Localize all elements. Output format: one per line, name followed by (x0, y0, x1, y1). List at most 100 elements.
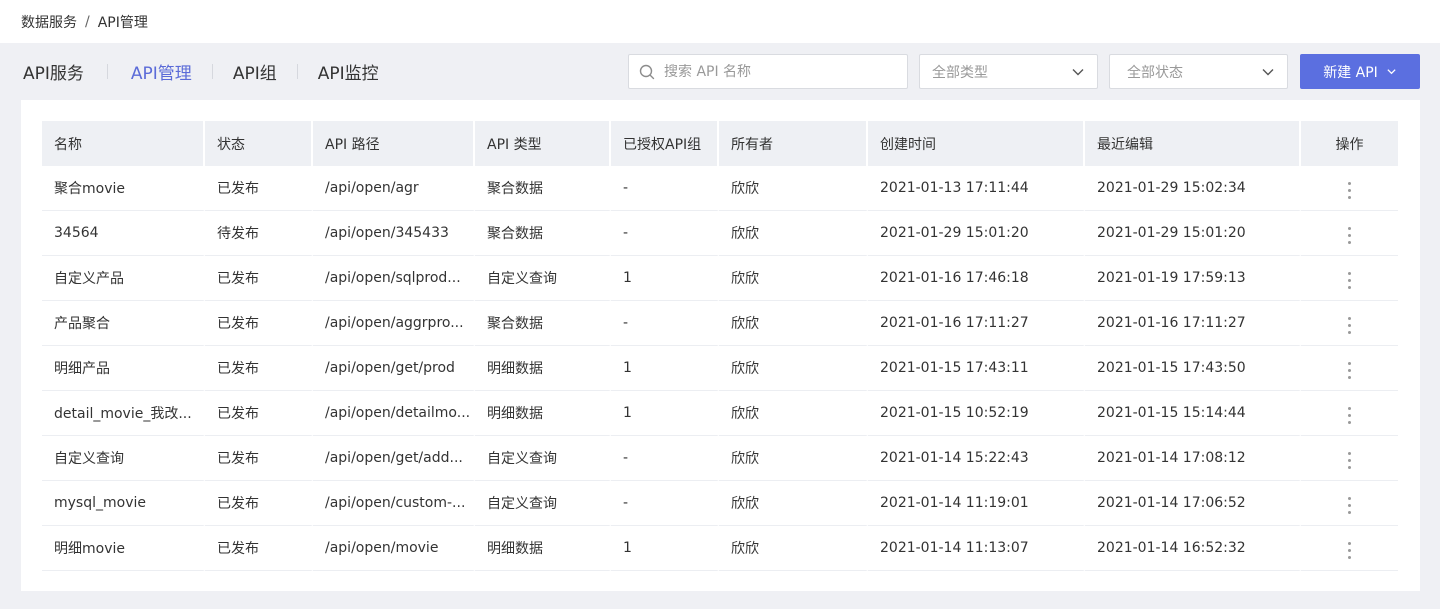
cell-type: 明细数据 (475, 526, 611, 571)
cell-owner: 欣欣 (719, 301, 868, 346)
cell-status: 已发布 (205, 481, 313, 526)
cell-edited: 2021-01-16 17:11:27 (1085, 301, 1301, 346)
cell-edited: 2021-01-14 17:06:52 (1085, 481, 1301, 526)
search-input[interactable] (664, 63, 894, 80)
cell-edited: 2021-01-29 15:02:34 (1085, 166, 1301, 211)
more-actions-icon[interactable] (1340, 314, 1360, 338)
table-row[interactable]: mysql_movie 已发布/api/open/custom-... 自定义查询 -… (42, 481, 1398, 526)
tab-bar: API服务 API管理 API组 API监控 (0, 43, 379, 100)
cell-auth-group: - (611, 166, 719, 211)
tab-api-monitor[interactable]: API监控 (318, 59, 379, 84)
table-row[interactable]: 产品聚合 已发布/api/open/aggrpro... 聚合数据 - 欣欣 2021-0… (42, 301, 1398, 346)
cell-name[interactable]: 产品聚合 (42, 301, 205, 346)
tab-api-group[interactable]: API组 (233, 59, 277, 84)
cell-status: 已发布 (205, 166, 313, 211)
column-header-name: 名称 (42, 121, 205, 166)
cell-name[interactable]: 自定义产品 (42, 256, 205, 301)
more-actions-icon[interactable] (1340, 494, 1360, 518)
table-row[interactable]: 聚合movie 已发布/api/open/agr 聚合数据 - 欣欣 2021-01-13… (42, 166, 1398, 211)
cell-edited: 2021-01-19 17:59:13 (1085, 256, 1301, 301)
more-actions-icon[interactable] (1340, 179, 1360, 203)
cell-actions (1301, 481, 1398, 526)
cell-name[interactable]: 聚合movie (42, 166, 205, 211)
more-actions-icon[interactable] (1340, 449, 1360, 473)
cell-created: 2021-01-16 17:46:18 (868, 256, 1085, 301)
cell-path: /api/open/345433 (313, 211, 475, 256)
cell-created: 2021-01-29 15:01:20 (868, 211, 1085, 256)
cell-type: 明细数据 (475, 346, 611, 391)
table-row[interactable]: 明细movie 已发布/api/open/movie 明细数据 1 欣欣 2021-01-… (42, 526, 1398, 571)
cell-actions (1301, 346, 1398, 391)
cell-created: 2021-01-15 10:52:19 (868, 391, 1085, 436)
new-api-button[interactable]: 新建 API (1300, 54, 1420, 89)
cell-name[interactable]: 明细movie (42, 526, 205, 571)
cell-status: 已发布 (205, 526, 313, 571)
cell-type: 明细数据 (475, 391, 611, 436)
cell-path: /api/open/sqlprod... (313, 256, 475, 301)
table-row[interactable]: 自定义产品 已发布/api/open/sqlprod... 自定义查询 1 欣欣 2021… (42, 256, 1398, 301)
cell-path: /api/open/aggrpro... (313, 301, 475, 346)
new-api-label: 新建 API (1323, 64, 1378, 81)
cell-edited: 2021-01-14 17:08:12 (1085, 436, 1301, 481)
more-actions-icon[interactable] (1340, 269, 1360, 293)
tab-api-management[interactable]: API管理 (131, 59, 192, 84)
cell-edited: 2021-01-29 15:01:20 (1085, 211, 1301, 256)
cell-type: 自定义查询 (475, 256, 611, 301)
cell-owner: 欣欣 (719, 346, 868, 391)
chevron-down-icon (1261, 65, 1275, 79)
cell-name[interactable]: detail_movie_我改... (42, 391, 205, 436)
more-actions-icon[interactable] (1340, 359, 1360, 383)
table-row[interactable]: detail_movie_我改... 已发布/api/open/detailmo.… (42, 391, 1398, 436)
more-actions-icon[interactable] (1340, 224, 1360, 248)
cell-type: 聚合数据 (475, 301, 611, 346)
cell-created: 2021-01-15 17:43:11 (868, 346, 1085, 391)
cell-actions (1301, 256, 1398, 301)
type-filter-value: 全部类型 (932, 64, 988, 81)
column-header-status: 状态 (205, 121, 313, 166)
cell-owner: 欣欣 (719, 211, 868, 256)
type-filter-select[interactable]: 全部类型 (919, 54, 1098, 89)
cell-actions (1301, 391, 1398, 436)
cell-owner: 欣欣 (719, 391, 868, 436)
tab-divider (211, 64, 213, 79)
tab-divider (296, 64, 298, 79)
cell-path: /api/open/custom-... (313, 481, 475, 526)
table-row[interactable]: 34564 待发布/api/open/345433 聚合数据 - 欣欣 2021-01-2… (42, 211, 1398, 256)
cell-owner: 欣欣 (719, 481, 868, 526)
tab-api-service[interactable]: API服务 (23, 59, 84, 84)
cell-status: 已发布 (205, 301, 313, 346)
chevron-down-icon (1071, 65, 1085, 79)
cell-auth-group: - (611, 301, 719, 346)
cell-actions (1301, 301, 1398, 346)
column-header-owner: 所有者 (719, 121, 868, 166)
cell-owner: 欣欣 (719, 166, 868, 211)
toolbar: API服务 API管理 API组 API监控 全部类型 全部状态 新建 API (0, 43, 1440, 100)
cell-auth-group: 1 (611, 256, 719, 301)
cell-auth-group: - (611, 436, 719, 481)
search-icon (639, 64, 655, 80)
cell-actions (1301, 211, 1398, 256)
cell-auth-group: 1 (611, 526, 719, 571)
table-row[interactable]: 明细产品 已发布/api/open/get/prod 明细数据 1 欣欣 2021-01-… (42, 346, 1398, 391)
cell-name[interactable]: 34564 (42, 211, 205, 256)
cell-path: /api/open/movie (313, 526, 475, 571)
more-actions-icon[interactable] (1340, 404, 1360, 428)
cell-created: 2021-01-14 11:13:07 (868, 526, 1085, 571)
more-actions-icon[interactable] (1340, 539, 1360, 563)
status-filter-select[interactable]: 全部状态 (1109, 54, 1288, 89)
cell-type: 聚合数据 (475, 166, 611, 211)
column-header-auth-group: 已授权API组 (611, 121, 719, 166)
cell-status: 已发布 (205, 436, 313, 481)
cell-type: 自定义查询 (475, 436, 611, 481)
cell-actions (1301, 436, 1398, 481)
cell-name[interactable]: 明细产品 (42, 346, 205, 391)
cell-name[interactable]: 自定义查询 (42, 436, 205, 481)
cell-path: /api/open/get/prod (313, 346, 475, 391)
breadcrumb-parent[interactable]: 数据服务 (21, 12, 77, 32)
cell-status: 已发布 (205, 391, 313, 436)
column-header-created: 创建时间 (868, 121, 1085, 166)
cell-name[interactable]: mysql_movie (42, 481, 205, 526)
cell-path: /api/open/detailmo... (313, 391, 475, 436)
cell-owner: 欣欣 (719, 256, 868, 301)
table-row[interactable]: 自定义查询 已发布/api/open/get/add... 自定义查询 - 欣欣 2021… (42, 436, 1398, 481)
